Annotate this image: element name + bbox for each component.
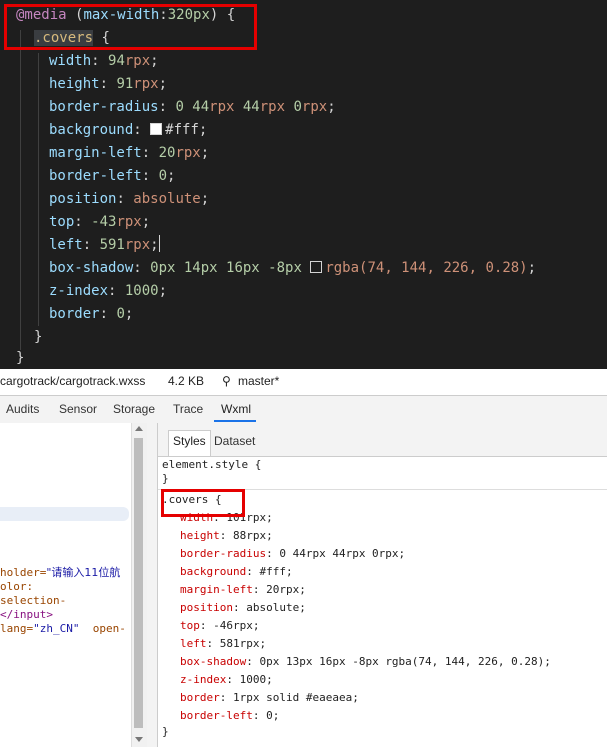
style-declaration[interactable]: border-left: 0;	[180, 707, 279, 725]
style-declaration[interactable]: margin-left: 20rpx;	[180, 581, 306, 599]
text-caret	[158, 235, 160, 252]
code-line-decl: z-index: 1000;	[49, 283, 168, 299]
indent-guide	[20, 30, 21, 350]
style-declaration[interactable]: position: absolute;	[180, 599, 306, 617]
tree-line[interactable]: olor:	[0, 580, 33, 594]
style-declaration[interactable]: left: 581rpx;	[180, 635, 266, 653]
branch-icon: ⚲	[222, 374, 231, 388]
code-line-decl: top: -43rpx;	[49, 214, 151, 230]
tab-dataset[interactable]: Dataset	[210, 431, 259, 451]
element-style-open[interactable]: element.style {	[162, 456, 261, 474]
selected-node-highlight	[0, 507, 129, 521]
style-declaration[interactable]: z-index: 1000;	[180, 671, 273, 689]
pane-divider[interactable]	[147, 423, 158, 747]
code-line-decl: border: 0;	[49, 306, 134, 322]
style-declaration[interactable]: border-radius: 0 44rpx 44rpx 0rpx;	[180, 545, 405, 563]
highlight-box	[161, 489, 245, 517]
tab-styles[interactable]: Styles	[168, 430, 211, 456]
code-line-decl: height: 91rpx;	[49, 76, 168, 92]
scrollbar-thumb[interactable]	[134, 438, 143, 728]
code-line-decl: left: 591rpx;	[49, 235, 160, 253]
scrollbar[interactable]	[131, 423, 147, 747]
tab-sensor[interactable]: Sensor	[59, 402, 97, 416]
tab-wxml[interactable]: Wxml	[221, 402, 251, 416]
color-swatch-icon[interactable]	[310, 261, 323, 273]
style-declaration[interactable]: top: -46rpx;	[180, 617, 259, 635]
highlight-box	[4, 4, 257, 50]
element-style-close: }	[162, 472, 169, 485]
style-declaration[interactable]: box-shadow: 0px 13px 16px -8px rgba(74, …	[180, 653, 551, 671]
code-line-close: }	[34, 329, 43, 345]
file-size: 4.2 KB	[168, 374, 205, 388]
wxml-tree[interactable]: holder="请输入11位航 olor: selection- </input…	[0, 423, 131, 747]
tab-storage[interactable]: Storage	[113, 402, 155, 416]
style-declaration[interactable]: background: #fff;	[180, 563, 293, 581]
branch-name[interactable]: master*	[238, 374, 279, 388]
code-line-decl: margin-left: 20rpx;	[49, 145, 210, 161]
code-line-decl: width: 94rpx;	[49, 53, 159, 69]
code-line-decl: box-shadow: 0px 14px 16px -8px rgba(74, …	[49, 260, 537, 276]
devtools-tabbar: Audits Sensor Storage Trace Wxml	[0, 395, 607, 424]
style-declaration[interactable]: border: 1rpx solid #eaeaea;	[180, 689, 359, 707]
code-line-decl: border-left: 0;	[49, 168, 176, 184]
code-line-decl: position: absolute;	[49, 191, 210, 207]
file-path[interactable]: cargotrack/cargotrack.wxss	[0, 374, 145, 388]
styles-panel: Styles Dataset element.style { } .covers…	[158, 423, 607, 747]
status-bar: cargotrack/cargotrack.wxss 4.2 KB ⚲ mast…	[0, 369, 607, 395]
tree-line[interactable]: selection-	[0, 594, 66, 608]
tab-audits[interactable]: Audits	[6, 402, 39, 416]
style-declaration[interactable]: height: 88rpx;	[180, 527, 273, 545]
indent-guide	[38, 53, 39, 326]
code-line-decl: border-radius: 0 44rpx 44rpx 0rpx;	[49, 99, 336, 115]
active-tab-indicator	[214, 420, 256, 422]
code-line-close: }	[16, 350, 25, 366]
styles-tabbar: Styles Dataset	[158, 423, 607, 457]
tree-line[interactable]: </input>	[0, 608, 53, 622]
scroll-up-arrow-icon[interactable]	[135, 426, 143, 431]
tree-line[interactable]: holder="请输入11位航	[0, 566, 120, 580]
color-swatch-icon[interactable]	[150, 123, 163, 135]
code-editor[interactable]: @media (max-width:320px) { .covers { wid…	[0, 0, 607, 369]
tree-line[interactable]: lang="zh_CN" open-	[0, 622, 126, 636]
rule-close: }	[162, 725, 169, 738]
code-line-decl: background: #fff;	[49, 122, 208, 138]
tab-trace[interactable]: Trace	[173, 402, 203, 416]
scroll-down-arrow-icon[interactable]	[135, 737, 143, 742]
